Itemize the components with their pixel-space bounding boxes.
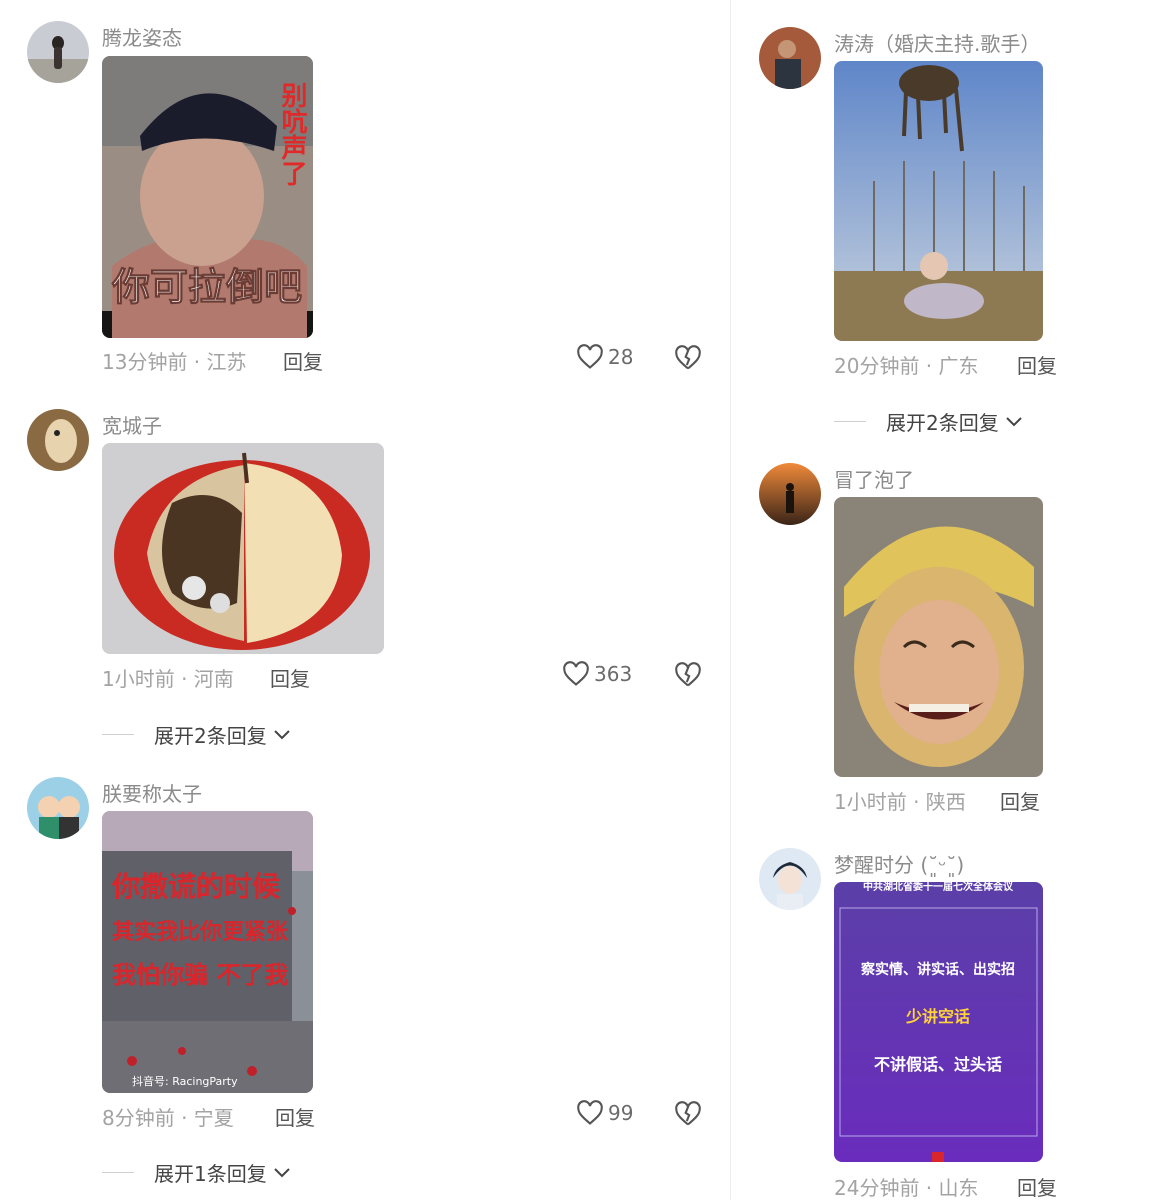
reply-button[interactable]: 回复 [275, 1102, 315, 1131]
image-caption: 其实我比你更紧张 [112, 919, 289, 945]
comment-image[interactable] [834, 497, 1043, 777]
comment-time-location: 1小时前 · 河南 [102, 667, 234, 691]
heart-outline-icon [577, 1100, 603, 1125]
expand-divider [102, 734, 134, 735]
avatar[interactable] [759, 848, 821, 910]
comment-username[interactable]: 梦醒时分 (˘͈ᵕ˘͈) [834, 849, 964, 878]
like-button[interactable]: 99 [576, 1100, 633, 1126]
heart-outline-icon [577, 344, 603, 369]
dislike-button[interactable] [674, 662, 702, 692]
like-count: 28 [608, 345, 634, 369]
like-button[interactable]: 363 [562, 661, 632, 687]
comment-image[interactable] [102, 443, 384, 654]
reply-button[interactable]: 回复 [1017, 1172, 1057, 1201]
image-caption: 你可拉倒吧 [111, 265, 302, 309]
reply-button[interactable]: 回复 [283, 346, 323, 375]
broken-heart-icon [675, 1101, 701, 1126]
image-watermark: 抖音号: RacingParty [132, 1074, 238, 1088]
comment-username[interactable]: 涛涛（婚庆主持.歌手） [834, 28, 1040, 57]
expand-replies-button[interactable]: 展开2条回复 [102, 720, 291, 749]
comment-time-location: 8分钟前 · 宁夏 [102, 1106, 234, 1130]
image-caption: 你撒谎的时候 [111, 870, 281, 903]
image-caption: 少讲空话 [905, 1007, 970, 1026]
chevron-down-icon [274, 729, 290, 739]
image-header: 中共湖北省委十一届七次全体会议 [863, 882, 1014, 893]
reply-button[interactable]: 回复 [1017, 350, 1057, 379]
broken-heart-icon [675, 345, 701, 370]
heart-outline-icon [563, 661, 589, 686]
broken-heart-icon [675, 662, 701, 687]
comment-username[interactable]: 冒了泡了 [834, 464, 914, 493]
chevron-down-icon [274, 1167, 290, 1177]
avatar[interactable] [759, 27, 821, 89]
comment-username[interactable]: 宽城子 [102, 410, 162, 439]
expand-replies-label: 展开2条回复 [154, 724, 267, 748]
avatar[interactable] [27, 409, 89, 471]
comment-username[interactable]: 腾龙姿态 [102, 22, 182, 51]
image-caption: 我怕你骗 不了我 [112, 961, 288, 989]
avatar[interactable] [27, 21, 89, 83]
expand-replies-button[interactable]: 展开2条回复 [834, 407, 1023, 436]
like-button[interactable]: 28 [576, 344, 633, 370]
dislike-button[interactable] [674, 345, 702, 375]
image-caption: 不讲假话、过头话 [874, 1055, 1002, 1074]
image-caption: 别吭声了 [277, 82, 308, 186]
expand-divider [834, 421, 866, 422]
like-count: 99 [608, 1101, 634, 1125]
comment-time-location: 1小时前 · 陕西 [834, 790, 966, 814]
comment-time-location: 13分钟前 · 江苏 [102, 350, 247, 374]
expand-replies-button[interactable]: 展开1条回复 [102, 1158, 291, 1187]
comment-time-location: 20分钟前 · 广东 [834, 354, 979, 378]
comment-username[interactable]: 朕要称太子 [102, 778, 202, 807]
comment-image[interactable]: 别吭声了 你可拉倒吧 [102, 56, 313, 338]
dislike-button[interactable] [674, 1101, 702, 1131]
avatar[interactable] [759, 463, 821, 525]
avatar[interactable] [27, 777, 89, 839]
comment-time-location: 24分钟前 · 山东 [834, 1176, 979, 1200]
reply-button[interactable]: 回复 [270, 663, 310, 692]
column-divider [730, 0, 731, 1200]
expand-replies-label: 展开2条回复 [886, 411, 999, 435]
image-caption: 察实情、讲实话、出实招 [861, 961, 1015, 978]
comment-image[interactable]: 中共湖北省委十一届七次全体会议 察实情、讲实话、出实招 少讲空话 不讲假话、过头… [834, 882, 1043, 1162]
expand-divider [102, 1172, 134, 1173]
comment-image[interactable]: 你撒谎的时候 其实我比你更紧张 我怕你骗 不了我 抖音号: RacingPart… [102, 811, 313, 1093]
expand-replies-label: 展开1条回复 [154, 1162, 267, 1186]
like-count: 363 [594, 662, 633, 686]
chevron-down-icon [1006, 416, 1022, 426]
reply-button[interactable]: 回复 [1000, 786, 1040, 815]
comment-image[interactable] [834, 61, 1043, 341]
